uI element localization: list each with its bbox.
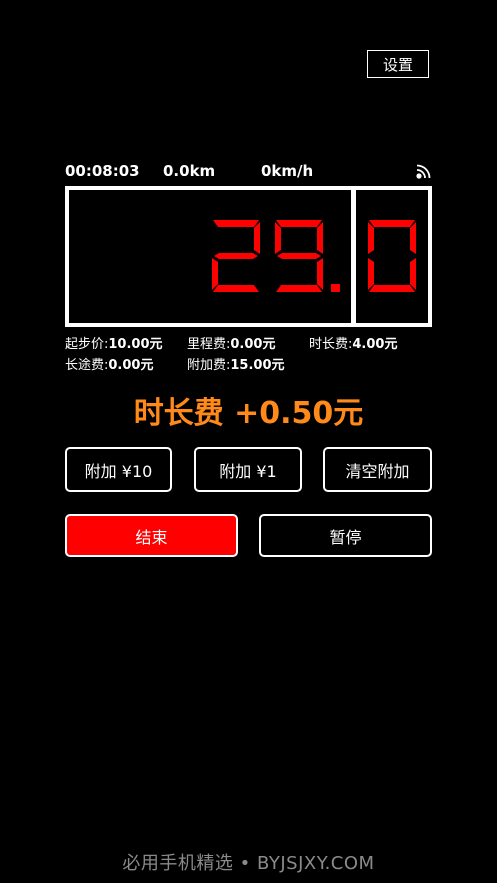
- pause-button[interactable]: 暂停: [259, 514, 432, 557]
- decimal-point: [331, 284, 340, 292]
- signal-icon: [416, 164, 431, 179]
- fare-digits: [212, 190, 416, 323]
- extra-fee: 附加费:15.00元: [187, 358, 285, 373]
- digit-2: [212, 220, 260, 292]
- clear-extras-button[interactable]: 清空附加: [323, 447, 432, 492]
- elapsed-time: 00:08:03: [65, 162, 140, 180]
- mileage-fee: 里程费:0.00元: [187, 337, 276, 352]
- speed: 0km/h: [261, 162, 314, 180]
- base-fare: 起步价:10.00元: [65, 337, 163, 352]
- digit-9: [275, 220, 323, 292]
- add-10-button[interactable]: 附加 ¥10: [65, 447, 172, 492]
- watermark: 必用手机精选 • BYJSJXY.COM: [122, 853, 375, 874]
- time-fee: 时长费:4.00元: [309, 337, 398, 352]
- end-trip-button[interactable]: 结束: [65, 514, 238, 557]
- long-distance-fee: 长途费:0.00元: [65, 358, 154, 373]
- fare-meter-display: 29 0: [65, 186, 432, 327]
- surcharge-notice: 时长费 +0.50元: [133, 396, 364, 431]
- settings-button[interactable]: 设置: [367, 50, 429, 78]
- add-1-button[interactable]: 附加 ¥1: [194, 447, 302, 492]
- distance: 0.0km: [163, 162, 216, 180]
- digit-0: [368, 220, 416, 292]
